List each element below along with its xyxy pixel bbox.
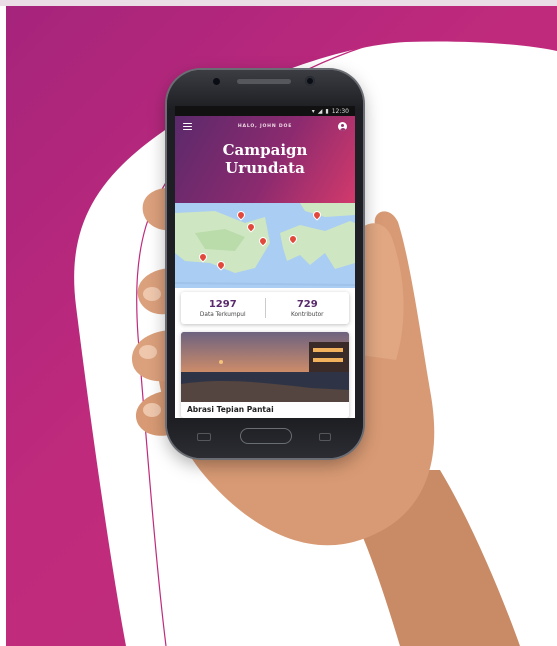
- user-avatar-icon[interactable]: [338, 122, 347, 131]
- status-time: 12:30: [331, 107, 349, 115]
- beach-sunset-photo: [181, 332, 349, 402]
- back-key-icon[interactable]: [197, 433, 211, 441]
- stat-label: Kontributor: [290, 311, 324, 318]
- page-title-line-1: Campaign: [222, 141, 308, 159]
- stat-contributors: 729 Kontributor: [266, 299, 350, 318]
- wifi-icon: ▾: [311, 107, 315, 115]
- stats-card: 1297 Data Terkumpul 729 Kontributor: [181, 292, 349, 324]
- campaign-card[interactable]: Abrasi Tepian Pantai: [181, 332, 349, 418]
- phone-screen: ▾ ◢ ▮ 12:30 HALO, JOHN DOE Campaign Urun…: [175, 106, 355, 418]
- earpiece-speaker: [237, 79, 291, 84]
- home-button[interactable]: [240, 428, 292, 444]
- battery-icon: ▮: [325, 107, 329, 115]
- recent-apps-key-icon[interactable]: [319, 433, 331, 441]
- smartphone: ▾ ◢ ▮ 12:30 HALO, JOHN DOE Campaign Urun…: [167, 70, 363, 458]
- campaign-card-image: [181, 332, 349, 402]
- phone-top-bezel: [167, 70, 363, 110]
- hamburger-menu-icon[interactable]: [183, 123, 192, 130]
- map-terrain: [175, 203, 355, 288]
- stat-value: 729: [296, 298, 318, 310]
- stat-data-collected: 1297 Data Terkumpul: [181, 299, 265, 318]
- phone-bottom-bezel: [167, 418, 363, 458]
- page-title-line-2: Urundata: [225, 159, 305, 177]
- greeting-text: HALO, JOHN DOE: [237, 124, 293, 129]
- app-bar: HALO, JOHN DOE: [175, 116, 355, 131]
- campaign-map[interactable]: [175, 203, 355, 288]
- proximity-sensor: [213, 78, 220, 85]
- stat-label: Data Terkumpul: [199, 311, 246, 318]
- campaign-card-title: Abrasi Tepian Pantai: [187, 405, 274, 414]
- page-title: Campaign Urundata: [175, 141, 355, 177]
- status-bar: ▾ ◢ ▮ 12:30: [175, 106, 355, 116]
- stat-value: 1297: [208, 298, 237, 310]
- front-camera-icon: [305, 76, 315, 86]
- signal-icon: ◢: [317, 107, 323, 115]
- app-header: HALO, JOHN DOE Campaign Urundata: [175, 116, 355, 203]
